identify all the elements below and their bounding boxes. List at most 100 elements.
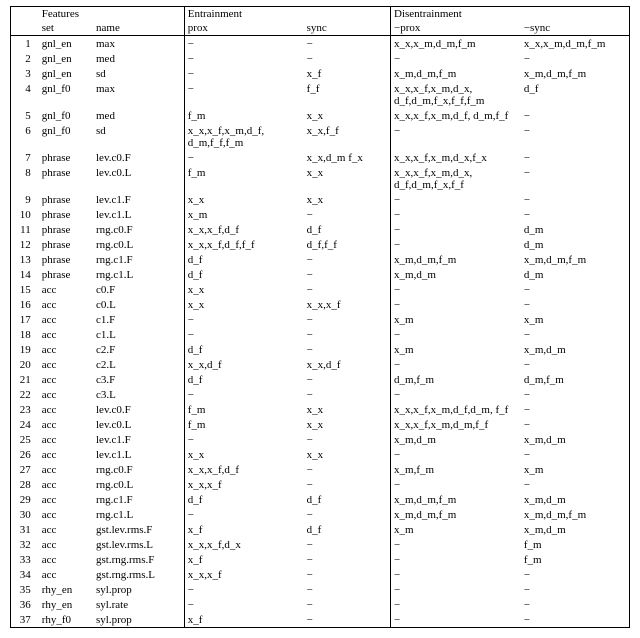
cell-prox: x_x: [184, 282, 303, 297]
row-num: 10: [11, 207, 39, 222]
cell-prox: f_m: [184, 108, 303, 123]
cell-msync: d_f: [521, 81, 630, 108]
cell-set: phrase: [39, 150, 93, 165]
table-row: 34accgst.rng.rms.Lx_x,x_f−−−: [11, 567, 630, 582]
hdr-disentrainment: Disentrainment: [391, 7, 630, 22]
cell-sync: d_f: [304, 522, 391, 537]
cell-prox: x_x,x_f,d_x: [184, 537, 303, 552]
cell-sync: x_f: [304, 66, 391, 81]
row-num: 13: [11, 252, 39, 267]
table-row: 8phraselev.c0.Lf_mx_xx_x,x_f,x_m,d_x, d_…: [11, 165, 630, 192]
cell-sync: x_x: [304, 447, 391, 462]
cell-set: phrase: [39, 222, 93, 237]
hdr-features: Features: [39, 7, 185, 22]
cell-msync: x_m,d_m: [521, 342, 630, 357]
table-row: 32accgst.lev.rms.Lx_x,x_f,d_x−−f_m: [11, 537, 630, 552]
row-num: 6: [11, 123, 39, 150]
cell-prox: d_f: [184, 492, 303, 507]
cell-set: rhy_en: [39, 582, 93, 597]
cell-name: med: [93, 108, 184, 123]
table-row: 11phraserng.c0.Fx_x,x_f,d_fd_f−d_m: [11, 222, 630, 237]
cell-name: gst.lev.rms.L: [93, 537, 184, 552]
row-num: 27: [11, 462, 39, 477]
cell-prox: −: [184, 507, 303, 522]
cell-msync: −: [521, 597, 630, 612]
row-num: 30: [11, 507, 39, 522]
cell-sync: −: [304, 552, 391, 567]
table-row: 5gnl_f0medf_mx_xx_x,x_f,x_m,d_f, d_m,f_f…: [11, 108, 630, 123]
cell-name: c2.L: [93, 357, 184, 372]
cell-mprox: x_m,d_m,f_m: [391, 492, 521, 507]
cell-msync: f_m: [521, 537, 630, 552]
row-num: 21: [11, 372, 39, 387]
row-num: 9: [11, 192, 39, 207]
cell-msync: x_x,x_m,d_m,f_m: [521, 36, 630, 52]
hdr-sync: sync: [304, 21, 391, 36]
cell-set: acc: [39, 417, 93, 432]
table-row: 23acclev.c0.Ff_mx_xx_x,x_f,x_m,d_f,d_m, …: [11, 402, 630, 417]
cell-set: acc: [39, 297, 93, 312]
row-num: 32: [11, 537, 39, 552]
cell-mprox: x_x,x_f,x_m,d_f, d_m,f_f: [391, 108, 521, 123]
cell-mprox: x_x,x_f,x_m,d_x,f_x: [391, 150, 521, 165]
cell-set: phrase: [39, 192, 93, 207]
cell-set: acc: [39, 327, 93, 342]
hdr-msync: −sync: [521, 21, 630, 36]
cell-sync: −: [304, 252, 391, 267]
row-num: 25: [11, 432, 39, 447]
row-num: 7: [11, 150, 39, 165]
cell-msync: f_m: [521, 552, 630, 567]
row-num: 29: [11, 492, 39, 507]
cell-set: phrase: [39, 165, 93, 192]
row-num: 31: [11, 522, 39, 537]
cell-mprox: −: [391, 192, 521, 207]
cell-set: acc: [39, 507, 93, 522]
cell-prox: d_f: [184, 372, 303, 387]
cell-name: syl.rate: [93, 597, 184, 612]
cell-prox: −: [184, 36, 303, 52]
cell-sync: d_f,f_f: [304, 237, 391, 252]
cell-name: med: [93, 51, 184, 66]
hdr-name: name: [93, 21, 184, 36]
cell-mprox: −: [391, 297, 521, 312]
cell-name: c2.F: [93, 342, 184, 357]
cell-set: acc: [39, 477, 93, 492]
cell-prox: x_f: [184, 522, 303, 537]
cell-sync: −: [304, 582, 391, 597]
hdr-prox: prox: [184, 21, 303, 36]
row-num: 26: [11, 447, 39, 462]
cell-prox: −: [184, 312, 303, 327]
cell-sync: −: [304, 327, 391, 342]
cell-sync: x_x: [304, 165, 391, 192]
cell-name: lev.c1.F: [93, 432, 184, 447]
cell-mprox: x_m,d_m: [391, 432, 521, 447]
table-row: 22accc3.L−−−−: [11, 387, 630, 402]
cell-prox: x_x,d_f: [184, 357, 303, 372]
cell-name: max: [93, 81, 184, 108]
row-num: 12: [11, 237, 39, 252]
cell-prox: d_f: [184, 342, 303, 357]
row-num: 4: [11, 81, 39, 108]
cell-msync: −: [521, 51, 630, 66]
row-num: 36: [11, 597, 39, 612]
cell-prox: f_m: [184, 417, 303, 432]
cell-msync: d_m,f_m: [521, 372, 630, 387]
cell-set: gnl_f0: [39, 123, 93, 150]
cell-set: acc: [39, 492, 93, 507]
cell-msync: −: [521, 357, 630, 372]
cell-msync: x_m: [521, 312, 630, 327]
cell-set: acc: [39, 342, 93, 357]
table-row: 2gnl_enmed−−−−: [11, 51, 630, 66]
table-row: 21accc3.Fd_f−d_m,f_md_m,f_m: [11, 372, 630, 387]
cell-sync: −: [304, 432, 391, 447]
cell-name: c1.F: [93, 312, 184, 327]
cell-msync: −: [521, 207, 630, 222]
table-row: 6gnl_f0sdx_x,x_f,x_m,d_f, d_m,f_f,f_mx_x…: [11, 123, 630, 150]
row-num: 2: [11, 51, 39, 66]
cell-name: rng.c1.L: [93, 267, 184, 282]
row-num: 16: [11, 297, 39, 312]
table-row: 18accc1.L−−−−: [11, 327, 630, 342]
cell-name: c1.L: [93, 327, 184, 342]
cell-mprox: −: [391, 537, 521, 552]
cell-msync: d_m: [521, 222, 630, 237]
